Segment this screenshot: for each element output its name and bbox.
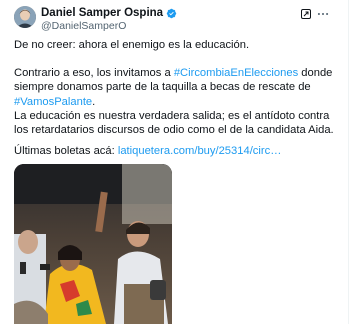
author-handle[interactable]: @DanielSamperO bbox=[41, 20, 126, 32]
tweet-paragraph-3: La educación es nuestra verdadera salida… bbox=[14, 110, 334, 137]
author-display-name[interactable]: Daniel Samper Ospina bbox=[41, 7, 163, 19]
tweet-text-span: Últimas boletas acá: bbox=[14, 145, 118, 157]
ticket-link[interactable]: latiquetera.com/buy/25314/circ… bbox=[118, 145, 282, 157]
tweet-text-span: . bbox=[92, 95, 96, 108]
grok-icon[interactable] bbox=[300, 8, 312, 20]
tweet-card: Daniel Samper Ospina @DanielSamperO De n… bbox=[0, 0, 349, 324]
avatar-image bbox=[14, 6, 36, 28]
photo-image bbox=[14, 164, 172, 324]
tweet-paragraph-2: Contrario a eso, los invitamos a #Circom… bbox=[14, 66, 339, 109]
tweet-paragraph-4: Últimas boletas acá: latiquetera.com/buy… bbox=[14, 144, 339, 158]
hashtag-link-vamospalante[interactable]: #VamosPalante bbox=[14, 96, 92, 108]
tweet-photo[interactable] bbox=[14, 164, 172, 324]
hashtag-link-circombia[interactable]: #CircombiaEnElecciones bbox=[174, 67, 298, 79]
avatar[interactable] bbox=[14, 6, 36, 28]
tweet-line-1: De no creer: ahora el enemigo es la educ… bbox=[14, 39, 250, 51]
author-name-row[interactable]: Daniel Samper Ospina bbox=[41, 6, 177, 20]
more-options-icon[interactable] bbox=[316, 7, 330, 21]
tweet-text-span: Contrario a eso, los invitamos a bbox=[14, 67, 174, 79]
verified-badge-icon bbox=[166, 8, 177, 18]
